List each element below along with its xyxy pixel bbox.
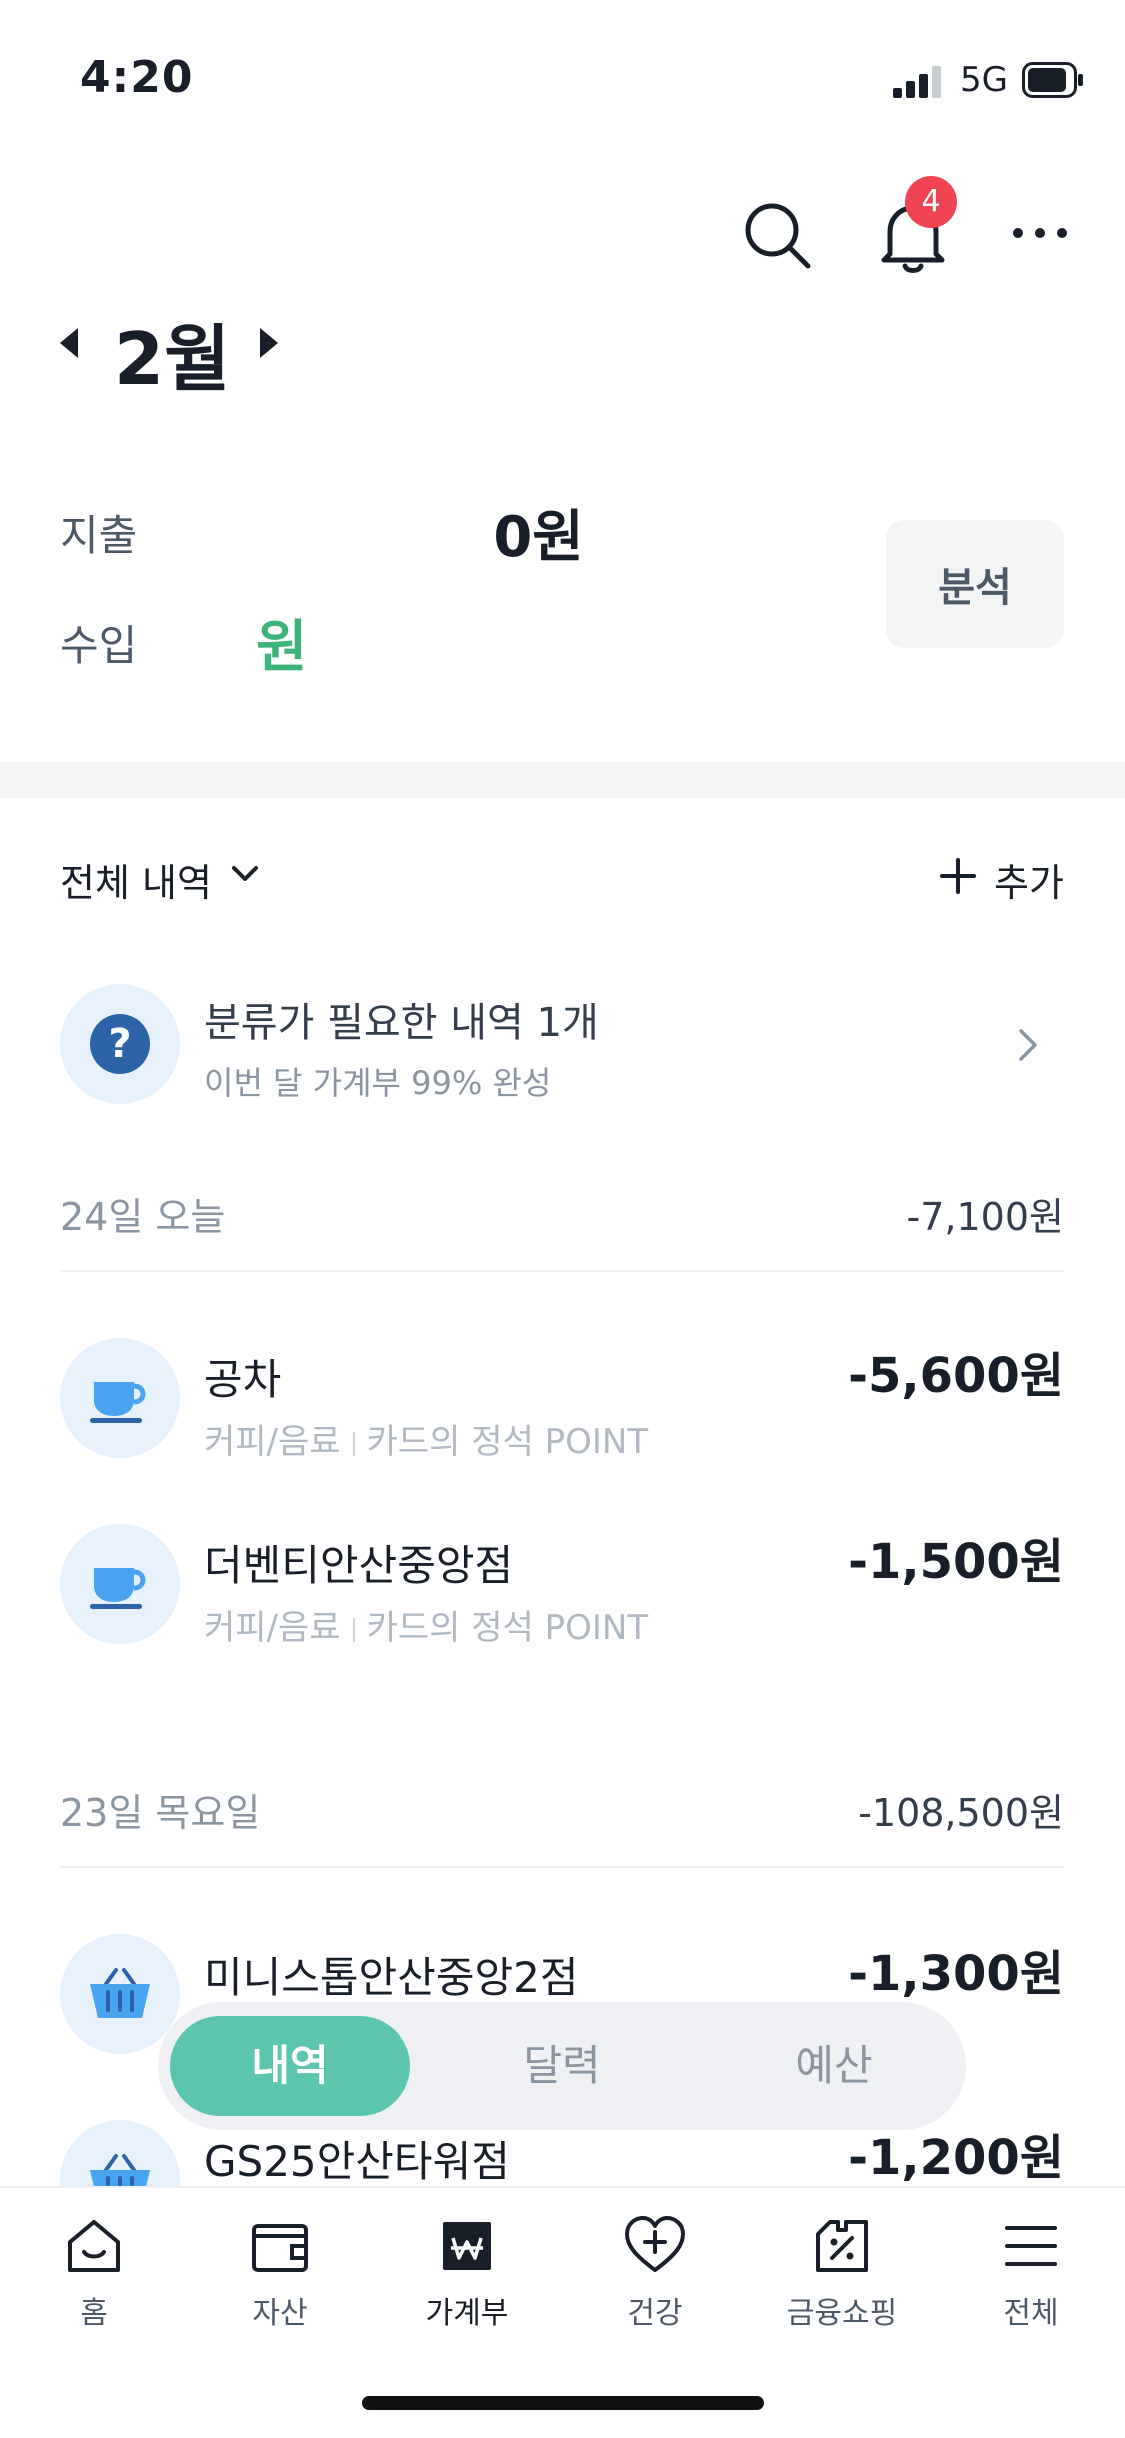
transaction-detail: 커피/음료 카드의 정석 POINT xyxy=(204,1608,649,1648)
ledger-won-icon xyxy=(443,2222,491,2270)
nav-all[interactable]: 전체 xyxy=(951,2214,1111,2332)
nav-label: 전체 xyxy=(1003,2296,1059,2331)
coupon-percent-icon xyxy=(816,2220,868,2272)
day-label: 24일 오늘 xyxy=(60,1195,226,1239)
notification-badge: 4 xyxy=(905,176,957,228)
coffee-cup-icon xyxy=(60,1338,180,1458)
home-indicator xyxy=(362,2396,764,2410)
coffee-cup-icon xyxy=(60,1524,180,1644)
expense-label: 지출 xyxy=(60,511,138,560)
shopping-basket-icon xyxy=(60,1934,180,2054)
add-button[interactable]: 추가 xyxy=(994,852,1064,907)
tab-history[interactable]: 내역 xyxy=(170,2016,410,2116)
tab-calendar[interactable]: 달력 xyxy=(442,2016,682,2116)
wallet-icon xyxy=(252,2224,308,2272)
view-segmented-control: 내역 달력 예산 xyxy=(158,2002,966,2130)
nav-label: 자산 xyxy=(252,2296,308,2331)
nav-label: 가계부 xyxy=(425,2296,509,2331)
nav-label: 건강 xyxy=(627,2296,683,2331)
categorize-banner-subtitle: 이번 달 가계부 99% 완성 xyxy=(204,1064,552,1102)
nav-ledger[interactable]: 가계부 xyxy=(387,2214,547,2332)
transaction-amount: -5,600원 xyxy=(848,1348,1064,1404)
day-divider xyxy=(60,1270,1064,1272)
heart-plus-icon xyxy=(625,2216,685,2272)
day-divider xyxy=(60,1866,1064,1868)
nav-label: 금융쇼핑 xyxy=(786,2296,898,2331)
previous-month-icon[interactable] xyxy=(58,326,80,360)
analysis-button[interactable]: 분석 xyxy=(886,520,1064,648)
month-title: 2월 xyxy=(114,317,231,401)
day-total: -7,100원 xyxy=(906,1195,1064,1239)
signal-strength-icon xyxy=(893,66,941,98)
nav-health[interactable]: 건강 xyxy=(575,2214,735,2332)
categorize-banner-title[interactable]: 분류가 필요한 내역 1개 xyxy=(204,990,599,1048)
income-value: 00원 xyxy=(178,615,308,680)
transaction-amount: -1,500원 xyxy=(848,1534,1064,1590)
home-icon xyxy=(68,2220,120,2272)
search-icon[interactable] xyxy=(742,200,812,270)
battery-icon xyxy=(1022,62,1083,98)
day-total: -108,500원 xyxy=(858,1791,1064,1835)
expense-value: 000,000,00원 xyxy=(178,505,584,570)
transaction-amount: -1,300원 xyxy=(848,1946,1064,2002)
nav-assets[interactable]: 자산 xyxy=(200,2214,360,2332)
transaction-name[interactable]: 미니스톱안산중앙2점 xyxy=(204,1944,578,2005)
network-type: 5G xyxy=(960,60,1008,100)
transaction-detail: 커피/음료 카드의 정석 POINT xyxy=(204,1422,649,1462)
filter-dropdown[interactable]: 전체 내역 xyxy=(60,852,212,907)
status-time: 4:20 xyxy=(80,52,194,103)
chevron-right-icon[interactable] xyxy=(1018,1028,1038,1062)
menu-icon xyxy=(1005,2226,1057,2266)
income-label: 수입 xyxy=(60,621,138,670)
next-month-icon[interactable] xyxy=(258,326,280,360)
more-icon[interactable] xyxy=(1010,218,1070,248)
section-divider xyxy=(0,762,1125,798)
nav-label: 홈 xyxy=(80,2296,108,2331)
plus-icon[interactable] xyxy=(940,858,976,894)
transaction-name[interactable]: 더벤티안산중앙점 xyxy=(204,1532,513,1593)
chevron-down-icon[interactable] xyxy=(230,862,260,886)
question-icon: ? xyxy=(60,984,180,1104)
transaction-name[interactable]: GS25안산타워점 xyxy=(204,2128,510,2189)
tab-budget[interactable]: 예산 xyxy=(714,2016,954,2116)
nav-finance-shopping[interactable]: 금융쇼핑 xyxy=(762,2214,922,2332)
nav-home[interactable]: 홈 xyxy=(14,2214,174,2332)
day-label: 23일 목요일 xyxy=(60,1791,261,1835)
transaction-name[interactable]: 공차 xyxy=(204,1346,281,1407)
